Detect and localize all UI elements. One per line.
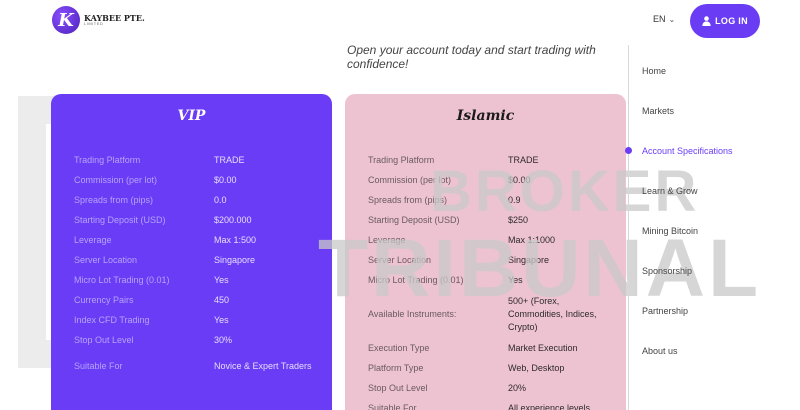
spec-row: Starting Deposit (USD) $200.000 <box>74 210 322 230</box>
spec-label: Leverage <box>74 234 112 245</box>
spec-row: Currency Pairs 450 <box>74 290 322 310</box>
spec-label: Index CFD Trading <box>74 314 150 325</box>
nav-item-partnership[interactable]: Partnership <box>642 305 733 345</box>
logo-mark-icon: K <box>52 6 80 34</box>
spec-row: Stop Out Level 20% <box>368 378 616 398</box>
card-title: VIP <box>177 108 206 124</box>
spec-label: Stop Out Level <box>368 382 428 393</box>
spec-value: TRADE <box>214 154 245 165</box>
spec-label: Micro Lot Trading (0.01) <box>74 274 170 285</box>
spec-row: Server Location Singapore <box>74 250 322 270</box>
spec-label: Starting Deposit (USD) <box>74 214 166 225</box>
spec-value: Max 1:500 <box>214 234 257 245</box>
login-button[interactable]: LOG IN <box>690 4 760 38</box>
login-label: LOG IN <box>715 16 748 26</box>
chevron-down-icon: ⌄ <box>668 14 676 24</box>
spec-value: Market Execution <box>508 342 578 353</box>
spec-row: Trading Platform TRADE <box>74 150 322 170</box>
spec-list: Trading Platform TRADE Commission (per lot… <box>74 150 322 382</box>
spec-value: Novice & Expert Traders <box>214 360 312 371</box>
spec-label: Commission (per lot) <box>74 174 158 185</box>
nav-item-mining-bitcoin[interactable]: Mining Bitcoin <box>642 225 733 265</box>
tagline: Open your account today and start tradin… <box>347 43 596 71</box>
spec-row: Platform Type Web, Desktop <box>368 358 616 378</box>
nav-item-sponsorship[interactable]: Sponsorship <box>642 265 733 305</box>
nav-item-account-specifications[interactable]: Account Specifications <box>642 145 733 185</box>
vip-account-card: VIP Trading Platform TRADE Commission (per… <box>51 94 332 410</box>
spec-value: Yes <box>214 314 229 325</box>
spec-row: Index CFD Trading Yes <box>74 310 322 330</box>
spec-row: Micro Lot Trading (0.01) Yes <box>74 270 322 290</box>
spec-label: Spreads from (pips) <box>74 194 154 205</box>
card-title: Islamic <box>456 108 515 124</box>
nav-item-learn-grow[interactable]: Learn & Grow <box>642 185 733 225</box>
nav-divider <box>628 45 629 410</box>
spec-label: Platform Type <box>368 362 424 373</box>
spec-value: Singapore <box>214 254 256 265</box>
spec-value: 30% <box>214 334 233 345</box>
spec-row: Spreads from (pips) 0.0 <box>74 190 322 210</box>
brand-logo[interactable]: K KAYBEE PTE. LIMITED <box>52 6 145 34</box>
spec-label: Suitable For <box>368 402 417 410</box>
spec-label: Currency Pairs <box>74 294 134 305</box>
side-nav: Home Markets Account Specifications Learn &… <box>642 65 733 385</box>
nav-item-home[interactable]: Home <box>642 65 733 105</box>
spec-value: 0.0 <box>214 194 227 205</box>
language-label: EN <box>653 14 666 24</box>
language-selector[interactable]: EN ⌄ <box>653 14 675 24</box>
spec-value: $200.000 <box>214 214 252 225</box>
active-indicator-dot <box>625 147 632 154</box>
spec-value: Yes <box>214 274 229 285</box>
spec-row: Stop Out Level 30% <box>74 330 322 350</box>
nav-item-markets[interactable]: Markets <box>642 105 733 145</box>
spec-value: 450 <box>214 294 230 305</box>
spec-value: All experience levels <box>508 402 591 410</box>
nav-item-about-us[interactable]: About us <box>642 345 733 385</box>
spec-row: Suitable For Novice & Expert Traders <box>74 350 322 382</box>
spec-label: Execution Type <box>368 342 430 353</box>
spec-row: Suitable For All experience levels <box>368 398 616 410</box>
spec-label: Suitable For <box>74 360 123 371</box>
spec-row: Leverage Max 1:500 <box>74 230 322 250</box>
spec-row: Commission (per lot) $0.00 <box>74 170 322 190</box>
spec-value: 20% <box>508 382 527 393</box>
spec-value: $0.00 <box>214 174 237 185</box>
spec-label: Trading Platform <box>74 154 141 165</box>
user-icon <box>702 16 711 26</box>
spec-label: Server Location <box>74 254 138 265</box>
spec-row: Execution Type Market Execution <box>368 338 616 358</box>
spec-value: Web, Desktop <box>508 362 565 373</box>
spec-label: Stop Out Level <box>74 334 134 345</box>
